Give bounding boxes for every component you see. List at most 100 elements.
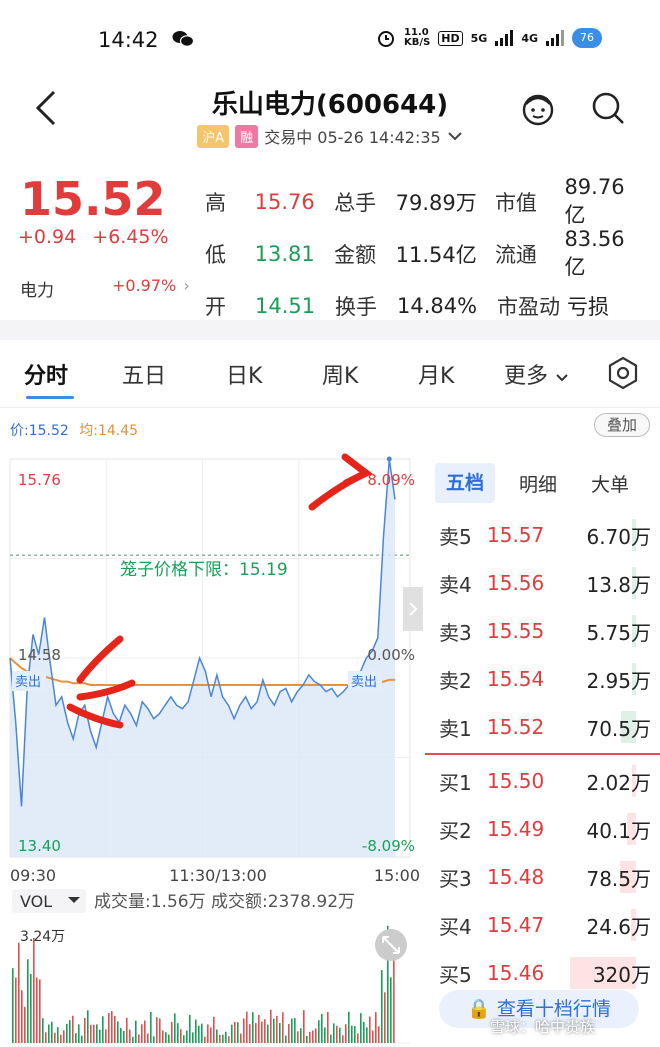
tab-big-orders[interactable]: 大单 (575, 470, 645, 497)
robot-assistant-icon[interactable] (518, 88, 558, 128)
volume-bar (192, 1032, 194, 1043)
volume-bar (84, 1017, 86, 1043)
tab-intraday[interactable]: 分时 (24, 358, 68, 390)
market-tag: 沪A (197, 124, 230, 148)
y-tick-left: 14.58 (18, 646, 61, 664)
expand-chart-icon[interactable] (403, 587, 423, 631)
tab-details[interactable]: 明细 (503, 470, 573, 497)
volume-bar (30, 974, 32, 1043)
volume-bar (174, 1013, 176, 1043)
ask-row[interactable]: 卖2 15.54 2.95万 (425, 655, 660, 703)
bid-row[interactable]: 买2 15.49 40.1万 (425, 805, 660, 853)
volume-bar (270, 1009, 272, 1043)
volume-bar (24, 1006, 26, 1043)
legend-avg: 均:14.45 (79, 423, 139, 439)
volume-bar (354, 1026, 356, 1043)
volume-bar (150, 1011, 152, 1043)
volume-bar (36, 977, 38, 1043)
fullscreen-toggle-icon[interactable] (375, 929, 407, 961)
volume-bar (87, 1010, 89, 1043)
stat-label: 高 (205, 191, 226, 215)
wechat-icon (172, 31, 194, 47)
legend-price: 价:15.52 (10, 423, 69, 439)
ask-row[interactable]: 卖5 15.57 6.70万 (425, 511, 660, 559)
volume-bar (231, 1024, 233, 1043)
volume-bar (141, 1024, 143, 1043)
volume-max-label: 3.24万 (20, 929, 65, 945)
volume-bar (120, 1027, 122, 1043)
level-volume: 2.02万 (586, 770, 651, 795)
level-label: 卖2 (439, 668, 472, 693)
volume-bar (390, 977, 392, 1043)
hd-badge: HD (438, 30, 463, 46)
tab-weekly-k[interactable]: 周K (322, 358, 358, 390)
tab-five-levels[interactable]: 五档 (435, 463, 495, 503)
status-time: 14:42 (98, 28, 159, 52)
sector-change[interactable]: +0.97% › (112, 276, 190, 295)
search-icon[interactable] (588, 88, 628, 128)
stat-value: 11.54亿 (395, 243, 477, 267)
bid-row[interactable]: 买1 15.50 2.02万 (425, 757, 660, 805)
volume-dropdown[interactable]: VOL (20, 892, 52, 911)
level-volume: 6.70万 (586, 524, 651, 549)
sector-name[interactable]: 电力 (20, 276, 54, 301)
volume-bar (393, 953, 395, 1043)
bid-row[interactable]: 买4 15.47 24.6万 (425, 901, 660, 949)
ask-levels: 卖5 15.57 6.70万卖4 15.56 13.8万 卖3 15.55 5.75万卖2 15… (425, 511, 660, 751)
level-price: 15.47 (487, 913, 545, 937)
volume-bar (21, 990, 23, 1043)
stat-label: 流通 (494, 243, 537, 267)
volume-bar (306, 1036, 308, 1043)
volume-bar (300, 1028, 302, 1043)
overlay-button[interactable]: 叠加 (594, 413, 650, 437)
bid-row[interactable]: 买3 15.48 78.5万 (425, 853, 660, 901)
level-price: 15.55 (487, 619, 545, 643)
tab-five-day[interactable]: 五日 (122, 358, 166, 390)
volume-bar (207, 1024, 209, 1043)
stat-value: 14.84% (397, 294, 478, 318)
chevron-down-icon (556, 374, 568, 382)
stat-label: 总手 (334, 191, 377, 215)
volume-bar (357, 1033, 359, 1043)
volume-bar (72, 1015, 74, 1043)
ask-row[interactable]: 卖3 15.55 5.75万 (425, 607, 660, 655)
tab-daily-k[interactable]: 日K (226, 358, 262, 390)
volume-bar (204, 1036, 206, 1043)
volume-bar (180, 1029, 182, 1043)
level-label: 买1 (439, 770, 472, 795)
lock-icon: 🔒 (467, 998, 491, 1020)
signal-bars-icon (495, 30, 514, 46)
volume-bar (240, 1033, 242, 1043)
level-price: 15.54 (487, 667, 545, 691)
watermark: 雪球：哈中贵族 (490, 1018, 596, 1036)
order-book: 五档 明细 大单 卖5 15.57 6.70万卖4 15.56 13.8万 卖3 15.55… (425, 455, 660, 1047)
volume-bar (339, 1027, 341, 1043)
intraday-chart[interactable]: 笼子价格下限：15.19 15.76 14.58 13.40 8.09% 0.00% -… (0, 445, 425, 1047)
stat-label: 市值 (494, 191, 537, 215)
tab-more[interactable]: 更多 (504, 358, 569, 390)
volume-bar (57, 1027, 59, 1043)
signal-5g: 5G (470, 31, 488, 45)
active-tab-indicator (26, 396, 74, 399)
ask-row[interactable]: 卖1 15.52 70.5万 (425, 703, 660, 751)
level-label: 卖5 (439, 524, 472, 549)
quote-panel: 15.52 +0.94 +6.45% 电力 +0.97% › 高 15.76 总手 7… (0, 160, 660, 320)
settings-hexagon-icon[interactable] (606, 356, 640, 390)
volume-bar (249, 1024, 251, 1043)
level-label: 买4 (439, 914, 472, 939)
stat-label: 金额 (334, 243, 377, 267)
stat-value: 83.56亿 (564, 227, 625, 279)
chart-legend: 价:15.52 均:14.45 (10, 420, 138, 440)
trading-status-line[interactable]: 沪A 融 交易中 05-26 14:42:35 (0, 124, 660, 148)
level-volume: 2.95万 (586, 668, 651, 693)
chart-tabs: 分时 五日 日K 周K 月K 更多 (0, 340, 660, 408)
level-price: 15.57 (487, 523, 545, 547)
volume-bar (102, 1016, 104, 1043)
volume-bar (291, 1018, 293, 1043)
stat-value: 14.51 (255, 294, 316, 318)
tab-monthly-k[interactable]: 月K (418, 358, 454, 390)
volume-bar (345, 1024, 347, 1043)
signal-4g: 4G (521, 31, 538, 45)
stat-label: 换手 (335, 295, 377, 319)
ask-row[interactable]: 卖4 15.56 13.8万 (425, 559, 660, 607)
